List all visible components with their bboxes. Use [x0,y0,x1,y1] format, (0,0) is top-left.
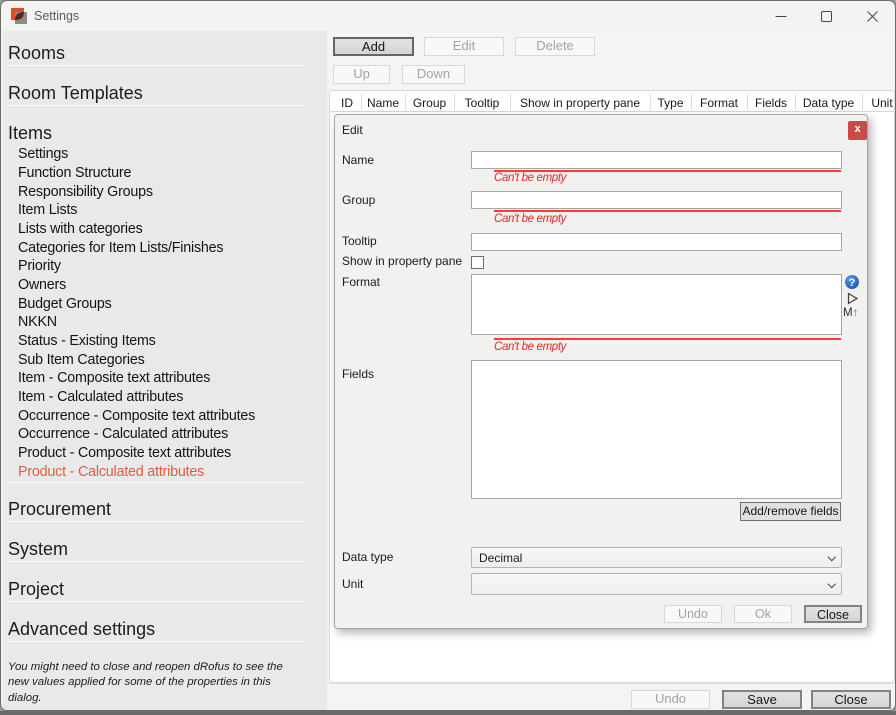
svg-text:?: ? [849,277,856,289]
